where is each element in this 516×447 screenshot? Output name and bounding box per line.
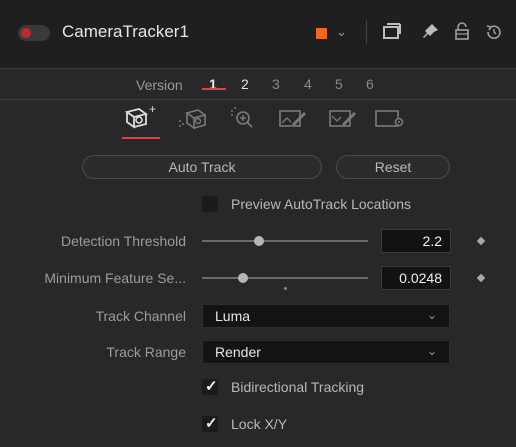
- version-6[interactable]: 6: [366, 76, 374, 92]
- tool-color-swatch[interactable]: [316, 28, 327, 39]
- svg-text:+: +: [149, 104, 156, 116]
- track-channel-value: Luma: [215, 308, 251, 324]
- min-feature-slider[interactable]: [202, 277, 368, 279]
- track-range-dropdown[interactable]: Render ⌄: [202, 340, 450, 364]
- track-range-label: Track Range: [106, 344, 186, 360]
- camera-solve-icon[interactable]: [176, 104, 210, 132]
- tab-active-indicator: [122, 137, 160, 139]
- checkmark-icon: ✓: [205, 415, 218, 432]
- version-3[interactable]: 3: [272, 76, 280, 92]
- version-4[interactable]: 4: [304, 76, 312, 92]
- min-feature-value[interactable]: 0.0248: [381, 266, 451, 290]
- detection-threshold-keyframe-icon[interactable]: [476, 236, 486, 246]
- auto-track-button[interactable]: Auto Track: [82, 155, 322, 179]
- min-feature-knob[interactable]: [238, 273, 248, 283]
- version-5[interactable]: 5: [335, 76, 343, 92]
- track-range-value: Render: [215, 344, 261, 360]
- min-feature-keyframe-icon[interactable]: [476, 273, 486, 283]
- power-indicator: [21, 28, 31, 38]
- track-channel-dropdown[interactable]: Luma ⌄: [202, 304, 450, 328]
- version-2[interactable]: 2: [241, 76, 249, 92]
- tool-header: CameraTracker1 ⌄: [0, 0, 516, 68]
- version-active-indicator: [202, 88, 226, 90]
- versions-icon[interactable]: [382, 22, 402, 42]
- header-divider: [366, 20, 367, 44]
- chevron-down-icon: ⌄: [426, 344, 437, 358]
- bidirectional-label: Bidirectional Tracking: [231, 379, 365, 395]
- detection-threshold-slider[interactable]: [202, 240, 368, 242]
- version-row: Version 1 2 3 4 5 6: [0, 68, 516, 99]
- min-feature-label: Minimum Feature Se...: [44, 270, 186, 286]
- camera-track-icon[interactable]: +: [124, 104, 160, 132]
- preview-autotrack-checkbox[interactable]: [202, 196, 218, 212]
- detection-threshold-label: Detection Threshold: [60, 233, 186, 249]
- lock-xy-checkbox[interactable]: ✓: [202, 415, 218, 432]
- export-image-icon[interactable]: [276, 104, 310, 132]
- bidirectional-checkbox[interactable]: ✓: [202, 378, 218, 395]
- lock-icon[interactable]: [452, 21, 472, 41]
- version-label: Version: [136, 77, 183, 93]
- export-image-alt-icon[interactable]: [326, 104, 360, 132]
- track-channel-label: Track Channel: [95, 308, 186, 324]
- settings-gear-icon[interactable]: [372, 104, 408, 132]
- pin-icon[interactable]: [420, 22, 440, 42]
- min-feature-default-marker: [284, 287, 287, 290]
- tool-enable-toggle[interactable]: [18, 25, 50, 41]
- tool-name[interactable]: CameraTracker1: [62, 22, 189, 42]
- reset-icon[interactable]: [484, 22, 504, 42]
- detection-threshold-knob[interactable]: [254, 236, 264, 246]
- lock-xy-label: Lock X/Y: [231, 416, 288, 432]
- reset-button[interactable]: Reset: [336, 155, 450, 179]
- chevron-down-icon[interactable]: ⌄: [336, 24, 347, 40]
- zoom-target-icon[interactable]: [226, 104, 260, 132]
- preview-autotrack-label: Preview AutoTrack Locations: [231, 196, 412, 212]
- chevron-down-icon: ⌄: [426, 308, 437, 322]
- checkmark-icon: ✓: [205, 378, 218, 395]
- detection-threshold-value[interactable]: 2.2: [381, 229, 451, 253]
